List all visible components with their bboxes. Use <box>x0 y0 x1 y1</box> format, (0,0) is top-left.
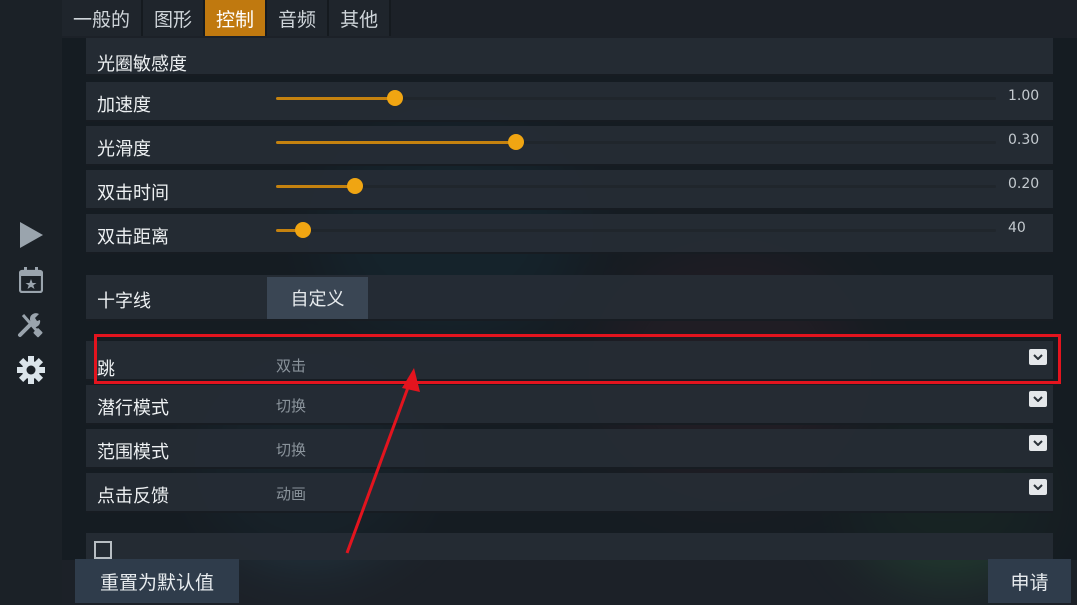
apply-button[interactable]: 申请 <box>988 559 1071 603</box>
annotation-arrow <box>345 368 420 554</box>
reset-defaults-button[interactable]: 重置为默认值 <box>75 559 239 603</box>
